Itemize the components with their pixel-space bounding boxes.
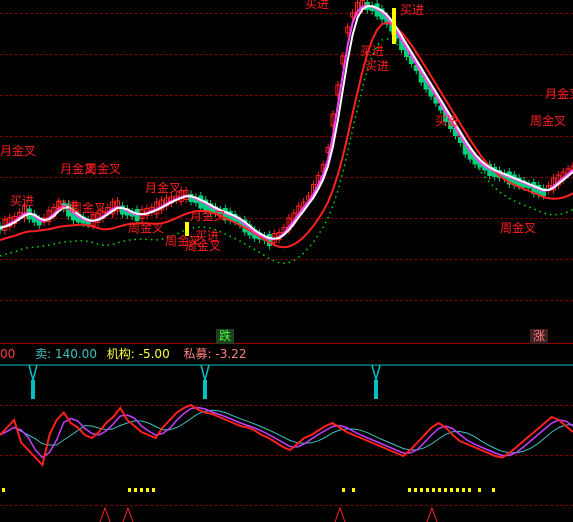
yellow-dot-marker: [432, 488, 435, 492]
signal-label: 买进: [305, 0, 329, 11]
bottom-signal-triangle: [334, 506, 346, 522]
signal-label: 买进: [400, 3, 424, 17]
signal-label: 买进: [360, 44, 384, 58]
osc-cyan-line: [0, 409, 573, 454]
private-value: 私募: -3.22: [183, 347, 247, 361]
signal-label: 买进: [365, 59, 389, 73]
cyan-marker: [31, 380, 35, 399]
yellow-dot-marker: [352, 488, 355, 492]
yellow-dot-marker: [478, 488, 481, 492]
bottom-signal-triangle: [122, 506, 134, 522]
yellow-dot-marker: [414, 488, 417, 492]
yellow-dot-marker: [456, 488, 459, 492]
signal-label: 月金叉: [145, 180, 181, 195]
institution-value: 机构: -5.00: [106, 347, 170, 361]
indicator-header: 00 卖: 140.00 机构: -5.00 私募: -3.22: [0, 345, 252, 361]
yellow-dot-marker: [462, 488, 465, 492]
signal-label: 买进: [10, 194, 34, 208]
down-badge: 跌: [216, 329, 235, 344]
sell-value: 卖: 140.00: [35, 347, 97, 361]
yellow-dot-marker: [468, 488, 471, 492]
signal-label: 月金叉: [0, 143, 36, 158]
header-lead: 00: [0, 347, 16, 361]
cyan-marker: [371, 364, 381, 383]
signal-label: 月金叉: [545, 86, 573, 101]
signal-label: 周金叉: [530, 113, 566, 128]
signal-label: 周金叉: [85, 161, 121, 176]
yellow-dot-marker: [134, 488, 137, 492]
yellow-dot-marker: [492, 488, 495, 492]
yellow-dot-marker: [408, 488, 411, 492]
osc-red-line: [0, 403, 573, 468]
signal-label: 周金叉: [500, 220, 536, 235]
yellow-dot-marker: [342, 488, 345, 492]
yellow-dot-marker: [146, 488, 149, 492]
yellow-marker: [392, 8, 396, 44]
yellow-dot-marker: [438, 488, 441, 492]
price-and-indicator-chart: 月金叉月金叉周金叉买进 买进周金叉月金叉周金叉周金叉月金叉买进周金叉买进买进买进买…: [0, 0, 573, 522]
up-badge: 涨: [530, 329, 549, 344]
yellow-dot-marker: [420, 488, 423, 492]
bottom-signal-triangle: [426, 506, 438, 522]
yellow-dot-marker: [444, 488, 447, 492]
signal-label: 买进: [435, 114, 459, 128]
signal-label: 周金叉: [185, 238, 221, 253]
yellow-marker: [185, 222, 189, 236]
cyan-marker: [200, 364, 210, 383]
signal-label: 周金叉: [70, 200, 106, 215]
yellow-dot-marker: [450, 488, 453, 492]
cyan-marker: [28, 364, 38, 383]
yellow-dot-marker: [152, 488, 155, 492]
osc-purple-line: [0, 406, 573, 459]
cyan-marker: [203, 380, 207, 399]
stock-chart-window: 月金叉 月金叉 周金叉 买进 买进 周金叉 月金叉 周金叉 周金叉 月金叉 买进 周金叉 买进 买进 买进买…: [0, 0, 573, 522]
yellow-dot-marker: [2, 488, 5, 492]
signal-label: 周金叉: [128, 220, 164, 235]
yellow-dot-marker: [140, 488, 143, 492]
bottom-signal-triangle: [99, 506, 111, 522]
yellow-dot-marker: [128, 488, 131, 492]
cyan-marker: [374, 380, 378, 399]
signal-label: 月金叉: [190, 208, 226, 223]
yellow-dot-marker: [426, 488, 429, 492]
